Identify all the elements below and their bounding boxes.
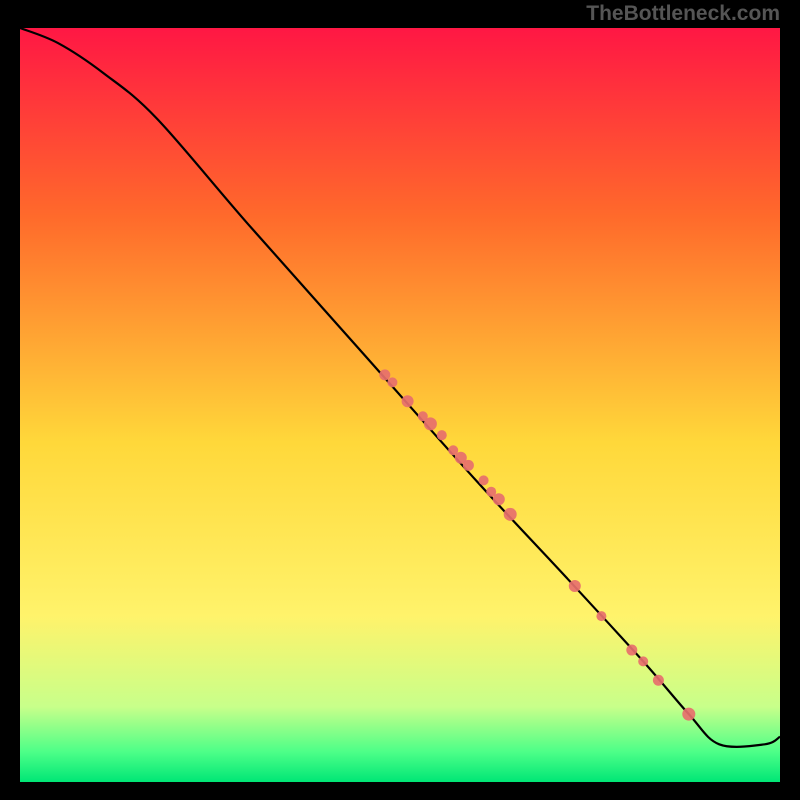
scatter-point bbox=[437, 430, 447, 440]
scatter-point bbox=[638, 656, 648, 666]
scatter-point bbox=[569, 580, 581, 592]
scatter-point bbox=[626, 645, 637, 656]
scatter-point bbox=[682, 708, 695, 721]
scatter-point bbox=[504, 508, 517, 521]
scatter-point bbox=[379, 369, 390, 380]
gradient-background bbox=[20, 28, 780, 782]
scatter-point bbox=[424, 417, 437, 430]
scatter-point bbox=[596, 611, 606, 621]
scatter-point bbox=[653, 675, 664, 686]
scatter-point bbox=[479, 475, 489, 485]
scatter-point bbox=[402, 395, 414, 407]
scatter-point bbox=[387, 377, 397, 387]
scatter-point bbox=[463, 460, 474, 471]
chart-svg bbox=[20, 28, 780, 782]
attribution-label: TheBottleneck.com bbox=[586, 2, 780, 26]
scatter-point bbox=[493, 493, 505, 505]
plot-area bbox=[20, 28, 780, 782]
